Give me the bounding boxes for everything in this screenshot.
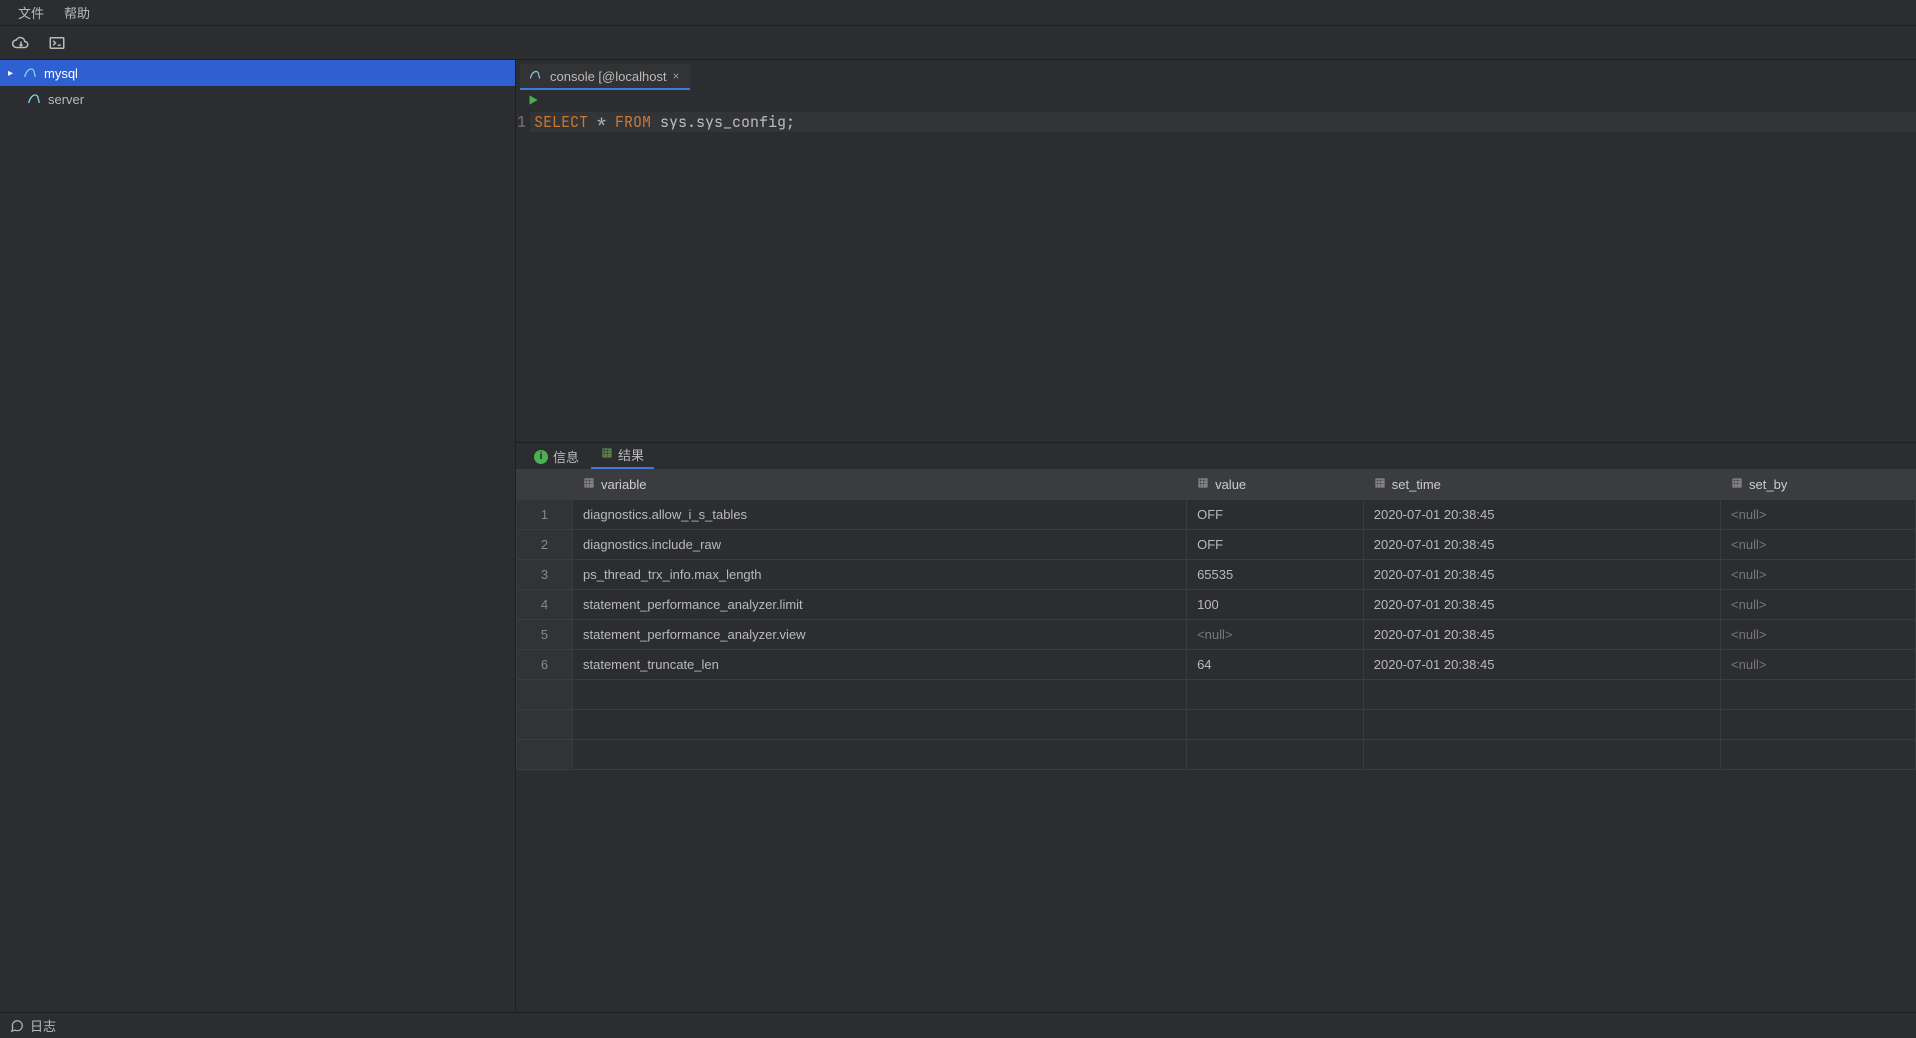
results-panel: i 信息 结果 varia bbox=[516, 442, 1916, 1012]
cell-value[interactable]: 100 bbox=[1187, 590, 1364, 620]
result-grid: variable value set_time set_by 1diagnost… bbox=[516, 469, 1916, 770]
cell-variable[interactable]: diagnostics.include_raw bbox=[573, 530, 1187, 560]
grid-icon bbox=[1374, 477, 1386, 492]
info-icon: i bbox=[534, 450, 548, 464]
cell-variable[interactable]: diagnostics.allow_i_s_tables bbox=[573, 500, 1187, 530]
table-row[interactable]: 1diagnostics.allow_i_s_tablesOFF2020-07-… bbox=[517, 500, 1916, 530]
run-icon[interactable] bbox=[526, 93, 540, 110]
editor-tab-label: console [@localhost bbox=[550, 69, 667, 84]
sql-text: * bbox=[588, 112, 615, 132]
toolbar bbox=[0, 26, 1916, 60]
cell-value[interactable]: <null> bbox=[1187, 620, 1364, 650]
cell-set_time[interactable]: 2020-07-01 20:38:45 bbox=[1363, 560, 1720, 590]
cell-set_time[interactable]: 2020-07-01 20:38:45 bbox=[1363, 590, 1720, 620]
column-label: set_by bbox=[1749, 477, 1787, 492]
column-header-set-time[interactable]: set_time bbox=[1363, 470, 1720, 500]
grid-icon bbox=[601, 447, 613, 462]
column-label: set_time bbox=[1392, 477, 1441, 492]
cell-set_by[interactable]: <null> bbox=[1721, 530, 1916, 560]
column-header-value[interactable]: value bbox=[1187, 470, 1364, 500]
grid-icon bbox=[1197, 477, 1209, 492]
row-number[interactable]: 5 bbox=[517, 620, 573, 650]
tree-item-label: server bbox=[48, 92, 84, 107]
table-row-empty bbox=[517, 740, 1916, 770]
table-row[interactable]: 3ps_thread_trx_info.max_length655352020-… bbox=[517, 560, 1916, 590]
cell-set_by[interactable]: <null> bbox=[1721, 560, 1916, 590]
table-row[interactable]: 4statement_performance_analyzer.limit100… bbox=[517, 590, 1916, 620]
cell-variable[interactable]: statement_performance_analyzer.view bbox=[573, 620, 1187, 650]
statusbar: 日志 bbox=[0, 1012, 1916, 1038]
column-label: value bbox=[1215, 477, 1246, 492]
cell-set_by[interactable]: <null> bbox=[1721, 620, 1916, 650]
cell-set_by[interactable]: <null> bbox=[1721, 500, 1916, 530]
cell-value[interactable]: OFF bbox=[1187, 500, 1364, 530]
grid-icon bbox=[583, 477, 595, 492]
mysql-icon bbox=[528, 68, 544, 84]
result-grid-wrapper[interactable]: variable value set_time set_by 1diagnost… bbox=[516, 469, 1916, 1012]
sql-editor[interactable]: 1 SELECT * FROM sys.sys_config; bbox=[516, 112, 1916, 442]
cell-set_by[interactable]: <null> bbox=[1721, 590, 1916, 620]
table-row[interactable]: 2diagnostics.include_rawOFF2020-07-01 20… bbox=[517, 530, 1916, 560]
row-number[interactable]: 3 bbox=[517, 560, 573, 590]
row-number-header[interactable] bbox=[517, 470, 573, 500]
cloud-download-icon[interactable] bbox=[12, 34, 30, 52]
table-row-empty bbox=[517, 680, 1916, 710]
cell-variable[interactable]: statement_performance_analyzer.limit bbox=[573, 590, 1187, 620]
cell-value[interactable]: 65535 bbox=[1187, 560, 1364, 590]
result-tab-label: 信息 bbox=[553, 447, 579, 466]
editor-area: console [@localhost × 1 SELECT * FROM sy… bbox=[516, 60, 1916, 1012]
cell-set_time[interactable]: 2020-07-01 20:38:45 bbox=[1363, 500, 1720, 530]
column-header-variable[interactable]: variable bbox=[573, 470, 1187, 500]
sql-text: sys.sys_config; bbox=[651, 112, 795, 132]
line-number: 1 bbox=[516, 112, 530, 442]
table-row-empty bbox=[517, 710, 1916, 740]
tree-item-label: mysql bbox=[44, 66, 78, 81]
row-number[interactable]: 1 bbox=[517, 500, 573, 530]
menu-help[interactable]: 帮助 bbox=[54, 0, 100, 25]
cell-variable[interactable]: statement_truncate_len bbox=[573, 650, 1187, 680]
table-row[interactable]: 5statement_performance_analyzer.view<nul… bbox=[517, 620, 1916, 650]
table-row[interactable]: 6statement_truncate_len642020-07-01 20:3… bbox=[517, 650, 1916, 680]
cell-value[interactable]: 64 bbox=[1187, 650, 1364, 680]
row-number[interactable]: 2 bbox=[517, 530, 573, 560]
tree-item-mysql[interactable]: ▸ mysql bbox=[0, 60, 515, 86]
mysql-icon bbox=[26, 91, 42, 107]
result-tab-strip: i 信息 结果 bbox=[516, 443, 1916, 469]
cell-value[interactable]: OFF bbox=[1187, 530, 1364, 560]
cell-set_time[interactable]: 2020-07-01 20:38:45 bbox=[1363, 650, 1720, 680]
editor-tab-strip: console [@localhost × bbox=[516, 60, 1916, 90]
column-label: variable bbox=[601, 477, 647, 492]
database-tree: ▸ mysql server bbox=[0, 60, 516, 1012]
result-tab-result[interactable]: 结果 bbox=[591, 442, 654, 469]
tree-item-server[interactable]: server bbox=[0, 86, 515, 112]
mysql-icon bbox=[22, 65, 38, 81]
result-tab-label: 结果 bbox=[618, 445, 644, 464]
editor-tab-console[interactable]: console [@localhost × bbox=[520, 64, 690, 90]
sql-keyword: FROM bbox=[615, 112, 651, 132]
cell-set_time[interactable]: 2020-07-01 20:38:45 bbox=[1363, 620, 1720, 650]
cell-set_time[interactable]: 2020-07-01 20:38:45 bbox=[1363, 530, 1720, 560]
sql-keyword: SELECT bbox=[534, 112, 588, 132]
expand-arrow-icon[interactable]: ▸ bbox=[8, 68, 16, 79]
row-number[interactable]: 6 bbox=[517, 650, 573, 680]
result-tab-info[interactable]: i 信息 bbox=[524, 444, 589, 469]
sql-code[interactable]: SELECT * FROM sys.sys_config; bbox=[530, 112, 1916, 132]
console-icon[interactable] bbox=[48, 34, 66, 52]
statusbar-log-label[interactable]: 日志 bbox=[30, 1016, 56, 1035]
menubar: 文件 帮助 bbox=[0, 0, 1916, 26]
menu-file[interactable]: 文件 bbox=[8, 0, 54, 25]
run-toolbar bbox=[516, 90, 1916, 112]
cell-variable[interactable]: ps_thread_trx_info.max_length bbox=[573, 560, 1187, 590]
column-header-set-by[interactable]: set_by bbox=[1721, 470, 1916, 500]
chat-icon[interactable] bbox=[10, 1019, 24, 1033]
grid-icon bbox=[1731, 477, 1743, 492]
row-number[interactable]: 4 bbox=[517, 590, 573, 620]
cell-set_by[interactable]: <null> bbox=[1721, 650, 1916, 680]
close-icon[interactable]: × bbox=[673, 69, 680, 83]
